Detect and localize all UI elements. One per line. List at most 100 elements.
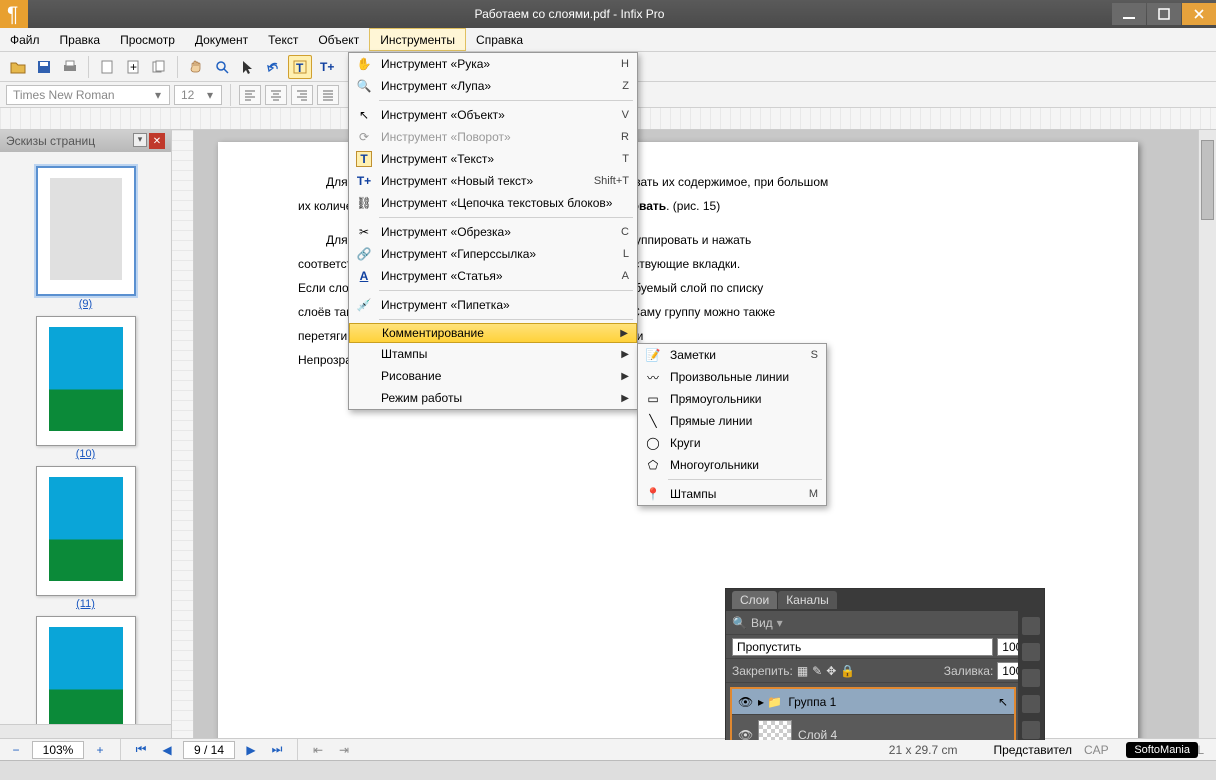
comment-notes[interactable]: 📝ЗаметкиS [638,344,826,366]
submenu-drawing[interactable]: Рисование▶ [349,365,637,387]
close-button[interactable] [1182,3,1216,25]
tool-crop[interactable]: ✂Инструмент «Обрезка»C [349,221,637,243]
zoom-tool-icon[interactable] [210,55,234,79]
thumbnail[interactable] [36,166,136,296]
hand-tool-icon[interactable] [184,55,208,79]
tool-hyperlink[interactable]: 🔗Инструмент «Гиперссылка»L [349,243,637,265]
page-number[interactable]: 9 / 14 [183,741,235,759]
layers-tab[interactable]: Слои [732,591,777,609]
tool-textchain[interactable]: ⛓Инструмент «Цепочка текстовых блоков» [349,192,637,214]
menu-document[interactable]: Документ [185,28,258,51]
pointer-icon: ↖ [353,104,375,126]
styles-icon[interactable] [1022,669,1040,687]
thumbnail-label: (9) [0,298,171,310]
svg-text:T: T [296,61,304,75]
visibility-icon[interactable]: 👁 [738,728,752,741]
undo-icon[interactable] [262,55,286,79]
minimize-button[interactable] [1112,3,1146,25]
tool-text[interactable]: TИнструмент «Текст»T [349,148,637,170]
print-icon[interactable] [58,55,82,79]
submenu-stamps[interactable]: Штампы▶ [349,343,637,365]
tool-newtext[interactable]: T+Инструмент «Новый текст»Shift+T [349,170,637,192]
layer-name: Группа 1 [788,695,836,709]
newpage-icon[interactable]: + [121,55,145,79]
circle-icon: ◯ [642,432,664,454]
paths-icon[interactable] [1022,721,1040,739]
lock-pixels-icon[interactable]: ▦ [797,664,808,678]
comment-lines[interactable]: ╲Прямые линии [638,410,826,432]
nav-forward-button[interactable]: ⇥ [334,741,354,759]
align-right-icon[interactable] [291,85,313,105]
font-size-combo[interactable]: 12 ▾ [174,85,222,105]
menu-view[interactable]: Просмотр [110,28,185,51]
prev-page-button[interactable]: ◀ [157,741,177,759]
panel-close-icon[interactable]: ✕ [149,133,165,149]
blend-mode[interactable]: Пропустить [732,638,993,656]
thumbnail[interactable] [36,616,136,724]
save-icon[interactable] [32,55,56,79]
rotate-icon: ⟳ [353,126,375,148]
align-center-icon[interactable] [265,85,287,105]
layer-item[interactable]: 👁 Слой 4 [732,715,1014,740]
lock-all-icon[interactable]: 🔒 [840,664,855,678]
lock-brush-icon[interactable]: ✎ [812,664,822,678]
open-icon[interactable] [6,55,30,79]
histogram-icon[interactable] [1022,617,1040,635]
pages-icon[interactable] [147,55,171,79]
zoom-out-button[interactable]: − [6,741,26,759]
newtext-tool-icon[interactable]: T+ [314,55,338,79]
comment-rectangles[interactable]: ▭Прямоугольники [638,388,826,410]
menu-file[interactable]: Файл [0,28,50,51]
app-icon: ¶ [0,0,28,28]
comment-circles[interactable]: ◯Круги [638,432,826,454]
tool-article[interactable]: AИнструмент «Статья»A [349,265,637,287]
thumbnail[interactable] [36,316,136,446]
hand-icon: ✋ [353,53,375,75]
tool-hand[interactable]: ✋Инструмент «Рука»H [349,53,637,75]
menu-edit[interactable]: Правка [50,28,111,51]
visibility-icon[interactable]: 👁 [738,695,752,709]
thumbnail-list[interactable]: (9) (10) (11) [0,152,171,724]
swatches-icon[interactable] [1022,643,1040,661]
panel-menu-icon[interactable]: ▾ [133,133,147,147]
page-icon[interactable] [95,55,119,79]
maximize-button[interactable] [1147,3,1181,25]
menu-text[interactable]: Текст [258,28,308,51]
comment-polygons[interactable]: ⬠Многоугольники [638,454,826,476]
zoom-in-button[interactable]: + [90,741,110,759]
align-left-icon[interactable] [239,85,261,105]
next-page-button[interactable]: ▶ [241,741,261,759]
svg-text:+: + [130,60,137,74]
comment-freelines[interactable]: 〰Произвольные линии [638,366,826,388]
first-page-button[interactable]: ⏮ [131,741,151,759]
lock-move-icon[interactable]: ✥ [826,664,836,678]
freeline-icon: 〰 [642,366,664,388]
menu-object[interactable]: Объект [308,28,369,51]
font-combo[interactable]: Times New Roman ▾ [6,85,170,105]
layer-thumbnail [758,720,792,741]
commenting-submenu: 📝ЗаметкиS 〰Произвольные линии ▭Прямоугол… [637,343,827,506]
magnify-icon: 🔍 [732,616,747,630]
svg-text:T+: T+ [320,60,334,74]
select-tool-icon[interactable] [236,55,260,79]
channels-tab[interactable]: Каналы [778,591,837,609]
thumbnail-label: (11) [0,598,171,610]
zoom-value[interactable]: 103% [32,741,84,759]
layer-group[interactable]: 👁 ▸ 📁 Группа 1 ↖ [732,689,1014,715]
adjustments-icon[interactable] [1022,695,1040,713]
caps-indicator: CAP [1084,743,1109,757]
text-tool-icon[interactable]: T [288,55,312,79]
tool-eyedropper[interactable]: 💉Инструмент «Пипетка» [349,294,637,316]
thumbnail[interactable] [36,466,136,596]
last-page-button[interactable]: ⏭ [267,741,287,759]
submenu-commenting[interactable]: Комментирование▶ [349,323,637,343]
submenu-workmode[interactable]: Режим работы▶ [349,387,637,409]
vertical-scrollbar[interactable] [1198,130,1216,740]
tool-object[interactable]: ↖Инструмент «Объект»V [349,104,637,126]
align-justify-icon[interactable] [317,85,339,105]
comment-stamps[interactable]: 📍ШтампыM [638,483,826,505]
tool-zoom[interactable]: 🔍Инструмент «Лупа»Z [349,75,637,97]
menu-help[interactable]: Справка [466,28,533,51]
nav-back-button[interactable]: ⇤ [308,741,328,759]
menu-tools[interactable]: Инструменты [369,28,466,51]
